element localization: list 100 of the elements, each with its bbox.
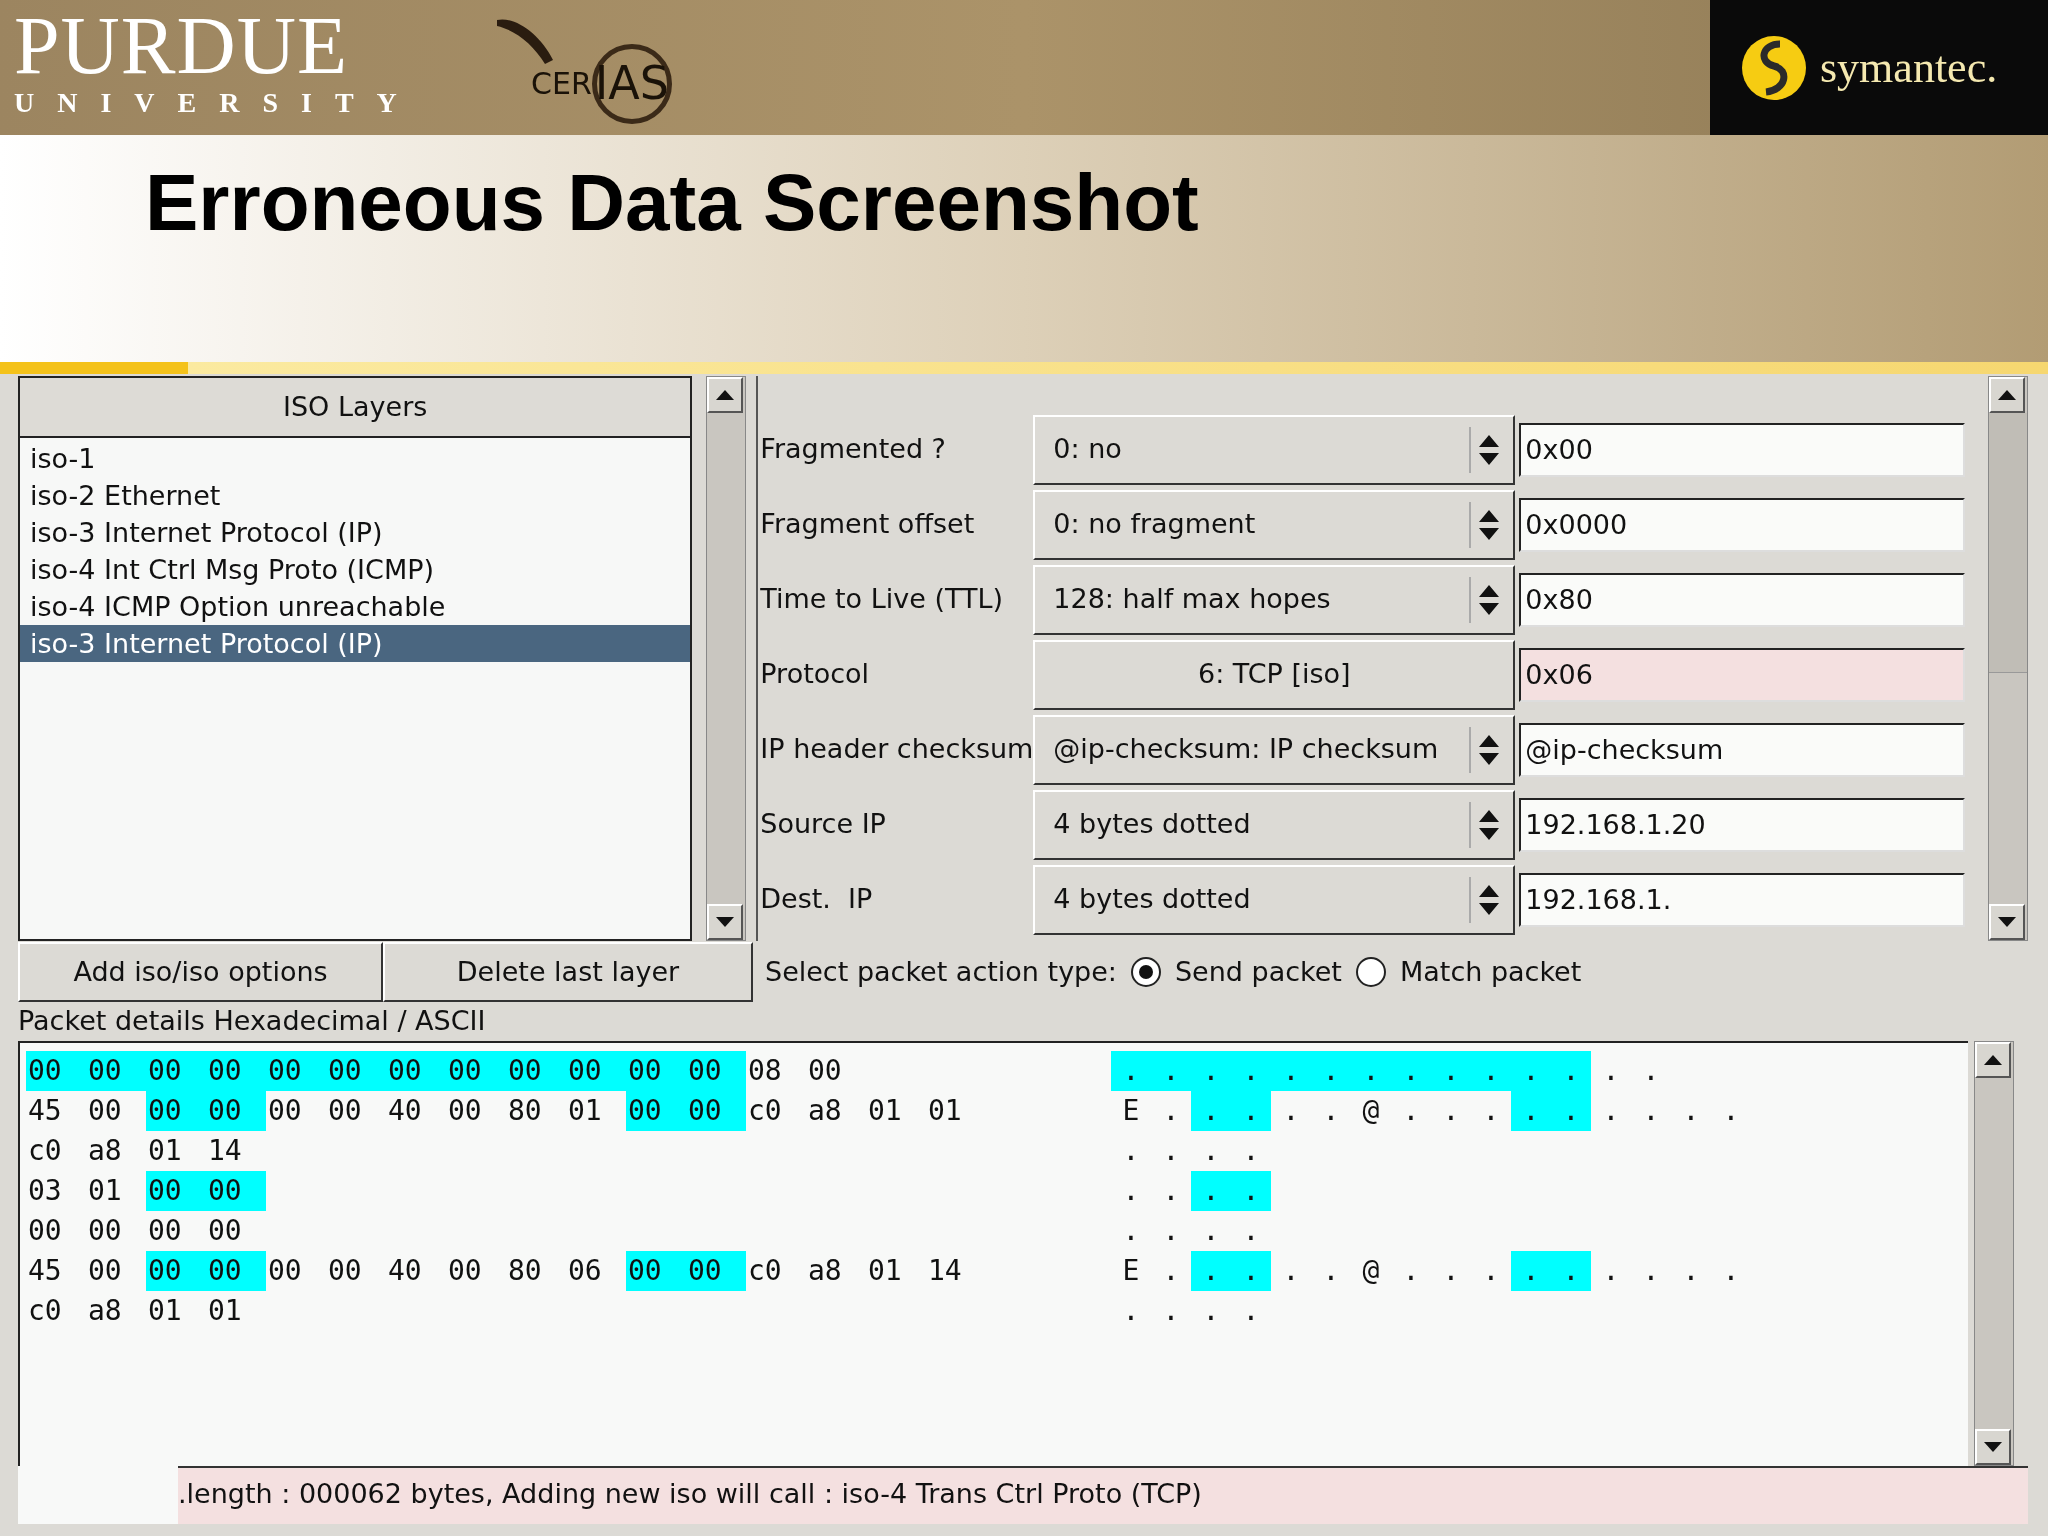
list-item[interactable]: iso-1 xyxy=(20,440,691,477)
scroll-down-button[interactable] xyxy=(1989,904,2025,940)
scroll-up-button[interactable] xyxy=(1975,1042,2011,1078)
hex-byte: 00 xyxy=(146,1051,206,1091)
hex-byte: c0 xyxy=(747,1253,783,1289)
ascii-char: . xyxy=(1121,1133,1141,1169)
scrollbar-thumb[interactable] xyxy=(1989,413,2027,673)
spinner-dropdown[interactable]: 4 bytes dotted xyxy=(1033,864,1516,935)
ascii-char: . xyxy=(1721,1253,1741,1289)
sponsor-logo: symantec. xyxy=(1820,41,1998,94)
slide-title: Erroneous Data Screenshot xyxy=(145,157,1200,249)
hex-byte: 00 xyxy=(206,1251,266,1291)
field-label: Fragment offset xyxy=(759,507,976,542)
hex-byte: 00 xyxy=(267,1253,303,1289)
ascii-char: . xyxy=(1161,1093,1181,1129)
delete-layer-button[interactable]: Delete last layer xyxy=(383,942,753,1002)
hex-byte: 00 xyxy=(147,1213,183,1249)
hex-byte: 00 xyxy=(146,1171,206,1211)
value-field[interactable]: 192.168.1.20 xyxy=(1519,797,1966,852)
list-item[interactable]: iso-4 Int Ctrl Msg Proto (ICMP) xyxy=(20,551,691,588)
hex-byte: c0 xyxy=(27,1133,63,1169)
hex-byte: 00 xyxy=(566,1051,626,1091)
value-field[interactable]: 0x06 xyxy=(1519,647,1966,702)
ascii-char: . xyxy=(1441,1093,1461,1129)
hex-byte: 00 xyxy=(327,1253,363,1289)
radio-option[interactable]: Match packet xyxy=(1355,951,1582,993)
radio-option[interactable]: Send packet xyxy=(1130,951,1342,993)
value-field[interactable]: 0x0000 xyxy=(1519,497,1966,552)
ascii-char: . xyxy=(1231,1091,1271,1131)
value-field[interactable]: @ip-checksum xyxy=(1519,722,1966,777)
hex-byte: 00 xyxy=(206,1051,266,1091)
scrollbar[interactable] xyxy=(706,376,747,941)
ascii-char: @ xyxy=(1361,1093,1381,1129)
hex-byte: 00 xyxy=(206,1171,266,1211)
university-logo: PURDUE xyxy=(14,6,350,86)
spinner-dropdown[interactable]: 0: no fragment xyxy=(1033,489,1516,560)
hex-byte: 00 xyxy=(26,1051,86,1091)
ascii-char: . xyxy=(1431,1051,1471,1091)
spinner-dropdown[interactable]: @ip-checksum: IP checksum xyxy=(1033,714,1516,785)
ascii-char: . xyxy=(1641,1053,1661,1089)
value-field[interactable]: 0x00 xyxy=(1519,422,1966,477)
scroll-up-button[interactable] xyxy=(1989,377,2025,413)
hex-byte: 00 xyxy=(446,1051,506,1091)
ascii-char: . xyxy=(1241,1293,1261,1329)
list-item[interactable]: iso-4 ICMP Option unreachable xyxy=(20,588,691,625)
spinner-dropdown[interactable]: 128: half max hopes xyxy=(1033,564,1516,635)
ascii-char: . xyxy=(1481,1253,1501,1289)
add-options-button[interactable]: Add iso/iso options xyxy=(18,942,383,1002)
ascii-char: . xyxy=(1721,1093,1741,1129)
radio-button[interactable] xyxy=(1355,957,1386,987)
ascii-char: . xyxy=(1121,1293,1141,1329)
scrollbar[interactable] xyxy=(1988,376,2028,941)
ascii-char: . xyxy=(1441,1253,1461,1289)
hex-byte: 00 xyxy=(686,1091,746,1131)
hex-byte: a8 xyxy=(87,1133,123,1169)
ascii-char: . xyxy=(1601,1253,1621,1289)
hex-byte: 14 xyxy=(927,1253,963,1289)
ascii-char: . xyxy=(1161,1213,1181,1249)
ascii-char: . xyxy=(1271,1051,1311,1091)
scroll-up-button[interactable] xyxy=(707,377,744,413)
option-button[interactable]: 6: TCP [iso] xyxy=(1033,639,1516,710)
action-label: Select packet action type: xyxy=(765,954,1117,989)
hex-byte: 01 xyxy=(927,1093,963,1129)
scrollbar[interactable] xyxy=(1974,1041,2014,1466)
ascii-char: . xyxy=(1401,1093,1421,1129)
ascii-char: . xyxy=(1641,1093,1661,1129)
ascii-char: . xyxy=(1111,1051,1151,1091)
hex-byte: 00 xyxy=(626,1091,686,1131)
hex-byte: 00 xyxy=(626,1251,686,1291)
list-item[interactable]: iso-2 Ethernet xyxy=(20,477,691,514)
radio-button[interactable] xyxy=(1130,957,1161,987)
list-item[interactable]: iso-3 Internet Protocol (IP) xyxy=(20,625,691,662)
down-arrow-icon xyxy=(716,917,735,927)
list-item[interactable]: iso-3 Internet Protocol (IP) xyxy=(20,514,691,551)
ascii-char: . xyxy=(1121,1173,1141,1209)
value-field[interactable]: 192.168.1. xyxy=(1519,872,1966,927)
spinner-dropdown[interactable]: 0: no xyxy=(1033,414,1516,485)
scroll-down-button[interactable] xyxy=(1975,1429,2011,1465)
ascii-char: . xyxy=(1191,1171,1231,1211)
ascii-char: . xyxy=(1311,1051,1351,1091)
scroll-down-button[interactable] xyxy=(707,904,744,940)
hex-byte: 01 xyxy=(567,1093,603,1129)
hex-byte: 01 xyxy=(867,1253,903,1289)
down-arrow-icon xyxy=(1998,917,2016,927)
ascii-char: . xyxy=(1551,1051,1591,1091)
ascii-char: . xyxy=(1161,1133,1181,1169)
hex-byte: 40 xyxy=(387,1093,423,1129)
ascii-char: . xyxy=(1231,1051,1271,1091)
ascii-char: . xyxy=(1481,1093,1501,1129)
hex-byte: 01 xyxy=(147,1293,183,1329)
field-label: Dest. IP xyxy=(759,882,874,917)
hex-byte: 00 xyxy=(267,1093,303,1129)
value-field[interactable]: 0x80 xyxy=(1519,572,1966,627)
ascii-char: . xyxy=(1241,1213,1261,1249)
spinner-dropdown[interactable]: 4 bytes dotted xyxy=(1033,789,1516,860)
field-label: Protocol xyxy=(759,657,871,692)
hex-byte: 01 xyxy=(87,1173,123,1209)
hex-byte: 00 xyxy=(686,1251,746,1291)
ascii-char: . xyxy=(1511,1091,1551,1131)
up-arrow-icon xyxy=(1984,1055,2002,1065)
